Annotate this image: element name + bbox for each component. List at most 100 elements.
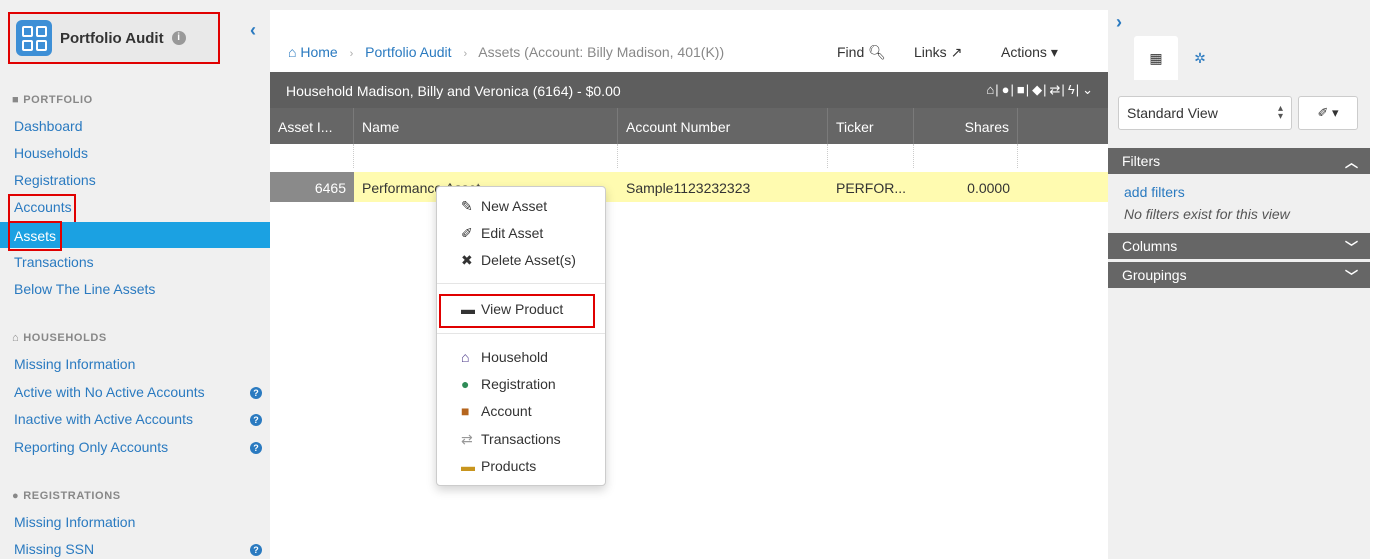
briefcase-icon: ■ (12, 94, 20, 106)
section-heading-registrations: ● REGISTRATIONS (12, 490, 121, 502)
table-icon: ▦ (1149, 50, 1163, 66)
edit-view-button[interactable]: ✐ ▾ (1298, 96, 1358, 130)
cell-asset-id: 6465 (270, 172, 354, 202)
bolt-icon[interactable]: ϟ (1068, 82, 1076, 97)
gear-icon: ✲ (1194, 50, 1206, 66)
expand-panel-icon[interactable]: › (1116, 12, 1122, 33)
sidebar-item-assets[interactable]: Assets (8, 221, 62, 251)
chevron-right-icon: › (349, 48, 354, 60)
exchange-icon[interactable]: ⇄ (1050, 82, 1062, 97)
exchange-icon: ⇄ (461, 431, 473, 447)
help-icon[interactable]: ? (250, 442, 262, 454)
actions-dropdown[interactable]: Actions ▾ (1001, 44, 1058, 61)
select-arrows-icon: ▴ ▾ (1277, 103, 1283, 122)
menu-item-products[interactable]: ▬ Products (461, 458, 536, 474)
view-select[interactable]: Standard View ▴ ▾ (1118, 96, 1292, 130)
cell-ticker: PERFOR... (836, 180, 907, 196)
menu-item-delete-asset[interactable]: ✖ Delete Asset(s) (461, 252, 576, 269)
menu-item-transactions[interactable]: ⇄ Transactions (461, 431, 561, 448)
sidebar-item-active-no-active-accounts[interactable]: Active with No Active Accounts (14, 384, 205, 400)
archive-icon: ▬ (461, 458, 475, 474)
add-filters-link[interactable]: add filters (1124, 184, 1185, 200)
section-heading-households: ⌂ HOUSEHOLDS (12, 332, 107, 344)
collapse-sidebar-icon[interactable]: ‹ (250, 20, 256, 41)
breadcrumb-portfolio-audit[interactable]: Portfolio Audit (365, 44, 451, 60)
menu-item-household[interactable]: ⌂ Household (461, 349, 548, 365)
household-label: Household Madison, Billy and Veronica (6… (286, 83, 621, 99)
sidebar-item-households[interactable]: Households (14, 145, 88, 161)
help-icon[interactable]: ? (250, 544, 262, 556)
briefcase-icon[interactable]: ■ (1017, 82, 1026, 97)
menu-item-account[interactable]: ■ Account (461, 403, 532, 419)
tab-table-view[interactable]: ▦ (1134, 36, 1178, 80)
right-panel: › ▦ ✲ Standard View ▴ ▾ ✐ ▾ Filters ︿ add … (1108, 0, 1370, 559)
menu-item-registration[interactable]: ● Registration (461, 376, 556, 392)
briefcase-icon: ■ (461, 403, 470, 419)
home-icon[interactable]: ⌂ (986, 82, 995, 97)
filter-row (270, 144, 1108, 168)
chevron-down-icon: ﹀ (1344, 269, 1358, 284)
search-icon: 🔍︎ (868, 44, 886, 60)
filter-cell (270, 144, 354, 168)
external-link-icon: ↗ (950, 44, 963, 60)
links-button[interactable]: Links ↗ (914, 44, 962, 61)
groupings-header[interactable]: Groupings ﹀ (1108, 262, 1370, 288)
table-header: Asset I... Name Account Number Ticker Sh… (270, 108, 1108, 144)
help-icon[interactable]: ? (250, 387, 262, 399)
user-icon: ● (12, 490, 20, 502)
tag-icon[interactable]: ◆ (1032, 82, 1043, 97)
edit-icon: ✐ (1317, 105, 1329, 120)
filters-header[interactable]: Filters ︿ (1108, 148, 1370, 174)
column-header-account-number[interactable]: Account Number (618, 108, 828, 144)
filter-cell (828, 144, 914, 168)
household-toolbar: ⌂| ●| ■| ◆| ⇄| ϟ| ⌄ (986, 82, 1094, 97)
sidebar-item-missing-information[interactable]: Missing Information (14, 356, 135, 372)
menu-item-new-asset[interactable]: ✎ New Asset (461, 198, 547, 215)
section-heading-portfolio: ■ PORTFOLIO (12, 94, 93, 106)
pencil-icon: ✎ (461, 198, 473, 214)
breadcrumb-current: Assets (Account: Billy Madison, 401(K)) (478, 44, 725, 60)
caret-down-icon: ▾ (1050, 44, 1058, 60)
chevron-down-icon: ﹀ (1344, 240, 1358, 255)
home-icon: ⌂ (12, 332, 20, 344)
menu-divider (437, 283, 605, 284)
info-circle-icon[interactable]: i (171, 31, 186, 45)
breadcrumb-home[interactable]: ⌂ Home (288, 44, 338, 60)
home-icon: ⌂ (288, 44, 301, 60)
help-icon[interactable]: ? (250, 414, 262, 426)
filter-cell (354, 144, 618, 168)
sidebar-item-reg-missing-information[interactable]: Missing Information (14, 514, 135, 530)
sidebar-item-missing-ssn[interactable]: Missing SSN (14, 541, 94, 557)
sidebar-item-transactions[interactable]: Transactions (14, 254, 94, 270)
column-header-asset-id[interactable]: Asset I... (270, 108, 354, 144)
sidebar-item-reporting-only-accounts[interactable]: Reporting Only Accounts (14, 439, 168, 455)
find-button[interactable]: Find 🔍︎ (837, 44, 886, 61)
table-row[interactable]: 6465 Performance Asset Sample1123232323 … (270, 172, 1108, 202)
tab-settings[interactable]: ✲ (1178, 36, 1222, 80)
sidebar-item-dashboard[interactable]: Dashboard (14, 118, 83, 134)
menu-item-edit-asset[interactable]: ✐ Edit Asset (461, 225, 543, 242)
chevron-down-icon[interactable]: ⌄ (1082, 82, 1094, 97)
column-header-shares[interactable]: Shares (914, 108, 1018, 144)
filter-cell (914, 144, 1018, 168)
annotation-box-accounts (8, 194, 76, 224)
annotation-box-view-product (439, 294, 595, 328)
cell-shares: 0.0000 (967, 180, 1010, 196)
household-bar: Household Madison, Billy and Veronica (6… (270, 72, 1108, 108)
user-icon[interactable]: ● (1002, 82, 1011, 97)
sidebar-item-registrations[interactable]: Registrations (14, 172, 96, 188)
caret-down-icon: ▾ (1332, 105, 1339, 120)
app-logo-icon (16, 20, 52, 56)
sidebar-item-inactive-with-active-accounts[interactable]: Inactive with Active Accounts (14, 411, 193, 427)
column-header-name[interactable]: Name (354, 108, 618, 144)
left-sidebar: Portfolio Audit i ‹ ■ PORTFOLIO Dashboard… (0, 0, 270, 559)
sidebar-item-below-the-line-assets[interactable]: Below The Line Assets (14, 281, 155, 297)
top-bar: ⌂ Home › Portfolio Audit › Assets (Accou… (270, 0, 1108, 72)
app-header[interactable]: Portfolio Audit i (8, 12, 220, 64)
column-header-ticker[interactable]: Ticker (828, 108, 914, 144)
context-menu: ✎ New Asset ✐ Edit Asset ✖ Delete Asset(s) … (436, 186, 606, 486)
columns-header[interactable]: Columns ﹀ (1108, 233, 1370, 259)
menu-divider (437, 333, 605, 334)
chevron-up-icon: ︿ (1344, 155, 1358, 170)
chevron-right-icon: › (463, 48, 468, 60)
